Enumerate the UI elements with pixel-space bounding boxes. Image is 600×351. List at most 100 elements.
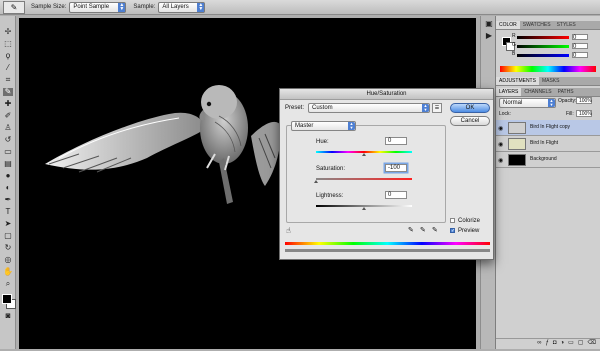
g-value-field[interactable]: 0 — [572, 43, 588, 50]
layer-name: Bird In Flight copy — [530, 124, 571, 130]
right-panel-dock: COLOR SWATCHES STYLES R 0 G 0 B 0 ADJUST… — [495, 16, 600, 349]
3d-orbit-tool-icon[interactable]: ◎ — [3, 256, 13, 264]
tab-styles[interactable]: STYLES — [554, 21, 579, 29]
preset-options-icon[interactable]: ☰ — [432, 103, 442, 113]
preset-value: Custom — [312, 105, 333, 111]
adjustment-group — [286, 125, 446, 223]
chevron-up-down-icon: ▲ ▼ — [118, 1, 126, 12]
preview-checkbox[interactable]: ✓ — [450, 228, 455, 234]
path-selection-tool-icon[interactable]: ➤ — [3, 220, 13, 228]
cancel-button[interactable]: Cancel — [450, 116, 490, 126]
adjustments-panel-tabs: ADJUSTMENTS MASKS — [496, 77, 600, 86]
b-value-field[interactable]: 0 — [572, 52, 588, 59]
tab-adjustments[interactable]: ADJUSTMENTS — [496, 77, 539, 85]
blur-tool-icon[interactable]: ● — [3, 172, 13, 180]
chevron-up-down-icon: ▲ ▼ — [197, 1, 205, 12]
chevron-up-down-icon: ▲ ▼ — [548, 98, 555, 107]
eyedropper-minus-icon[interactable]: ✎ — [432, 226, 438, 234]
tab-swatches[interactable]: SWATCHES — [520, 21, 554, 29]
input-spectrum-bar — [285, 242, 490, 245]
r-value-field[interactable]: 0 — [572, 34, 588, 41]
shape-tool-icon[interactable]: ▢ — [3, 232, 13, 240]
colorize-checkbox[interactable] — [450, 218, 455, 223]
sample-label: Sample: — [133, 4, 156, 10]
color-slider-g[interactable]: G 0 — [512, 42, 598, 50]
opacity-field[interactable]: 100% — [576, 97, 592, 104]
foreground-color-swatch[interactable] — [2, 294, 12, 304]
color-slider-r[interactable]: R 0 — [512, 33, 598, 41]
tab-paths[interactable]: PATHS — [555, 88, 577, 96]
layer-name: Background — [530, 156, 557, 162]
tab-masks[interactable]: MASKS — [539, 77, 563, 85]
eyedropper-icon: ✎ — [10, 2, 18, 12]
tab-layers[interactable]: LAYERS — [496, 88, 522, 96]
crop-tool-icon[interactable]: ⌗ — [3, 76, 13, 84]
lock-label: Lock: — [499, 111, 511, 117]
healing-brush-tool-icon[interactable]: ✚ — [3, 100, 13, 108]
layer-style-icon[interactable]: ƒ — [546, 340, 553, 346]
magic-wand-tool-icon[interactable]: ⁄ — [3, 64, 13, 72]
fill-label: Fill: — [566, 111, 574, 117]
chevron-up-down-icon: ▲ ▼ — [422, 103, 429, 112]
new-group-icon[interactable]: ▭ — [568, 340, 578, 346]
pen-tool-icon[interactable]: ✒ — [3, 196, 13, 204]
chevron-up-down-icon: ▲ ▼ — [348, 121, 355, 130]
3d-rotate-tool-icon[interactable]: ↻ — [3, 244, 13, 252]
layers-panel-tabs: LAYERS CHANNELS PATHS — [496, 88, 600, 97]
eye-icon[interactable]: ◉ — [498, 141, 503, 148]
layer-row-bird[interactable]: ◉ Bird In Flight — [496, 136, 600, 152]
eraser-tool-icon[interactable]: ▭ — [3, 148, 13, 156]
layer-row-background[interactable]: ◉ Background — [496, 152, 600, 168]
zoom-tool-icon[interactable]: ⌕ — [3, 280, 13, 288]
eyedropper-plus-icon[interactable]: ✎ — [420, 226, 426, 234]
tool-preset-picker[interactable]: ✎ — [3, 0, 25, 14]
trash-icon[interactable]: ⌫ — [588, 340, 600, 346]
clone-stamp-tool-icon[interactable]: ♙ — [3, 124, 13, 132]
eye-icon[interactable]: ◉ — [498, 157, 503, 164]
b-label: B — [512, 51, 516, 57]
sample-size-select[interactable]: Point Sample ▲ ▼ — [69, 1, 127, 13]
lightness-slider-thumb[interactable] — [362, 207, 366, 210]
layer-row-bird-copy[interactable]: ◉ Bird In Flight copy — [496, 120, 600, 136]
saturation-slider-thumb[interactable] — [314, 180, 318, 183]
options-bar: ✎ Sample Size: Point Sample ▲ ▼ Sample: A… — [0, 0, 600, 15]
dodge-tool-icon[interactable]: ◐ — [3, 184, 13, 192]
hue-field[interactable]: 0 — [385, 137, 407, 145]
brush-tool-icon[interactable]: ✐ — [3, 112, 13, 120]
dialog-title: Hue/Saturation — [280, 89, 493, 100]
targeted-adjustment-icon[interactable]: ☝ — [286, 226, 291, 235]
preset-select[interactable]: Custom ▲ ▼ — [308, 103, 430, 113]
eyedropper-tool-icon[interactable]: ✎ — [3, 88, 13, 96]
channel-select[interactable]: Master ▲ ▼ — [291, 121, 356, 131]
output-spectrum-bar — [285, 249, 490, 252]
tab-channels[interactable]: CHANNELS — [521, 88, 554, 96]
new-layer-icon[interactable]: ▢ — [578, 340, 588, 346]
history-panel-icon[interactable]: ▣ — [484, 20, 494, 28]
eyedropper-icon[interactable]: ✎ — [408, 226, 414, 234]
actions-panel-icon[interactable]: ▶ — [484, 32, 494, 40]
type-tool-icon[interactable]: T — [3, 208, 13, 216]
ok-button[interactable]: OK — [450, 103, 490, 113]
lasso-tool-icon[interactable]: ϙ — [3, 52, 13, 60]
add-mask-icon[interactable]: ◘ — [553, 340, 561, 346]
link-layers-icon[interactable]: ∞ — [537, 340, 545, 346]
lightness-field[interactable]: 0 — [385, 191, 407, 199]
quick-mask-icon[interactable]: ◙ — [3, 312, 13, 320]
lightness-label: Lightness: — [316, 193, 344, 199]
saturation-slider-track[interactable] — [316, 178, 412, 180]
sample-select[interactable]: All Layers ▲ ▼ — [158, 1, 206, 13]
hue-slider-thumb[interactable] — [362, 153, 366, 156]
color-slider-b[interactable]: B 0 — [512, 51, 598, 59]
gradient-tool-icon[interactable]: ▤ — [3, 160, 13, 168]
blend-mode-select[interactable]: Normal ▲ ▼ — [499, 98, 556, 108]
tab-color[interactable]: COLOR — [496, 21, 520, 29]
fill-field[interactable]: 100% — [576, 110, 592, 117]
hand-tool-icon[interactable]: ✋ — [3, 268, 13, 276]
history-brush-tool-icon[interactable]: ↺ — [3, 136, 13, 144]
eye-icon[interactable]: ◉ — [498, 125, 503, 132]
move-tool-icon[interactable]: ✢ — [3, 28, 13, 36]
saturation-field[interactable]: -100 — [385, 164, 407, 172]
marquee-tool-icon[interactable]: ⬚ — [3, 40, 13, 48]
layer-thumbnail — [508, 154, 526, 166]
color-ramp[interactable] — [500, 66, 596, 72]
